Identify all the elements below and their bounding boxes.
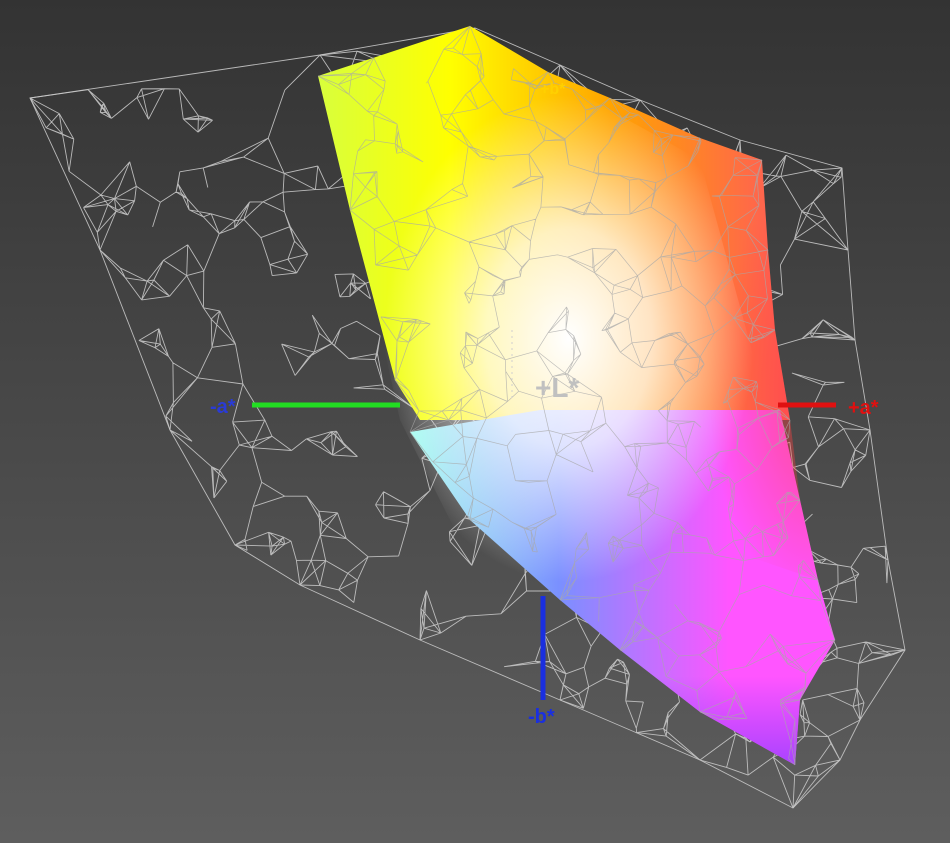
axis-label-plus-l: +L* — [535, 372, 579, 403]
gamut-3d-view[interactable]: +L* +a* -a* -b* +b* — [0, 0, 950, 843]
axis-label-minus-a: -a* — [210, 396, 236, 418]
axis-label-minus-b: -b* — [528, 706, 555, 728]
axis-label-plus-a: +a* — [848, 397, 879, 419]
axis-label-plus-b: +b* — [540, 81, 566, 98]
